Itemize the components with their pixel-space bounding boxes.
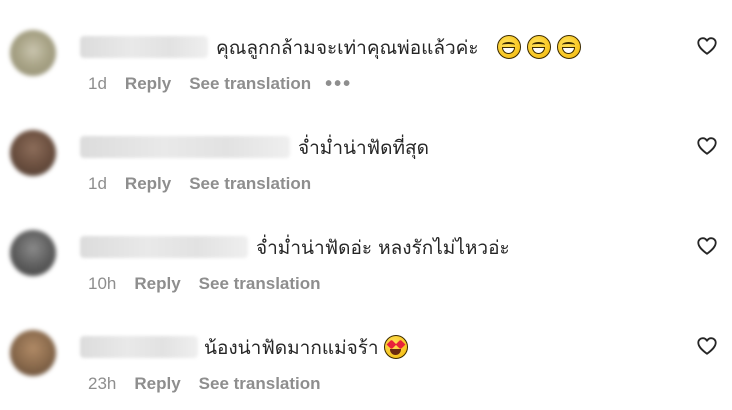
comment-list: คุณลูกกล้ามจะเท่าคุณพ่อแล้วค่ะ 1d Reply … <box>0 0 732 401</box>
heart-eyes-emoji <box>384 335 408 359</box>
heart-outline-icon[interactable] <box>696 135 718 157</box>
avatar[interactable] <box>10 230 56 276</box>
comment-text: จ่ำม่ำน่าฟัดที่สุด <box>298 137 429 159</box>
emoji-group <box>497 35 581 59</box>
comment-item: จ่ำม่ำน่าฟัดที่สุด 1d Reply See translat… <box>0 110 732 210</box>
username-blurred[interactable] <box>80 136 290 158</box>
comment-text: คุณลูกกล้ามจะเท่าคุณพ่อแล้วค่ะ <box>216 37 479 59</box>
comment-text: น้องน่าฟัดมากแม่จร้า <box>204 337 379 359</box>
grinning-sweat-emoji <box>497 35 521 59</box>
avatar[interactable] <box>10 30 56 76</box>
see-translation-button[interactable]: See translation <box>189 174 311 194</box>
heart-outline-icon[interactable] <box>696 335 718 357</box>
reply-button[interactable]: Reply <box>134 374 180 394</box>
see-translation-button[interactable]: See translation <box>189 74 311 94</box>
username-blurred[interactable] <box>80 236 248 258</box>
comment-timestamp: 1d <box>88 74 107 93</box>
comment-meta: 1d Reply See translation <box>88 174 311 194</box>
see-translation-button[interactable]: See translation <box>199 374 321 394</box>
emoji-group <box>384 335 408 359</box>
grinning-sweat-emoji <box>557 35 581 59</box>
avatar[interactable] <box>10 130 56 176</box>
comment-item: คุณลูกกล้ามจะเท่าคุณพ่อแล้วค่ะ 1d Reply … <box>0 10 732 110</box>
username-blurred[interactable] <box>80 336 198 358</box>
comment-timestamp: 23h <box>88 374 117 393</box>
comment-item: จ่ำม่ำน่าฟัดอ่ะ หลงรักไม่ไหวอ่ะ 10h Repl… <box>0 210 732 310</box>
reply-button[interactable]: Reply <box>134 274 180 294</box>
comment-meta: 1d Reply See translation ••• <box>88 74 352 94</box>
more-options-icon[interactable]: ••• <box>325 74 352 94</box>
comment-meta: 23h Reply See translation <box>88 374 321 394</box>
avatar[interactable] <box>10 330 56 376</box>
comment-meta: 10h Reply See translation <box>88 274 321 294</box>
reply-button[interactable]: Reply <box>125 174 171 194</box>
heart-outline-icon[interactable] <box>696 35 718 57</box>
comment-item: น้องน่าฟัดมากแม่จร้า 23h Reply See trans… <box>0 310 732 410</box>
heart-outline-icon[interactable] <box>696 235 718 257</box>
comment-text: จ่ำม่ำน่าฟัดอ่ะ หลงรักไม่ไหวอ่ะ <box>256 237 510 259</box>
comment-timestamp: 1d <box>88 174 107 193</box>
see-translation-button[interactable]: See translation <box>199 274 321 294</box>
comment-timestamp: 10h <box>88 274 117 293</box>
grinning-sweat-emoji <box>527 35 551 59</box>
reply-button[interactable]: Reply <box>125 74 171 94</box>
username-blurred[interactable] <box>80 36 208 58</box>
